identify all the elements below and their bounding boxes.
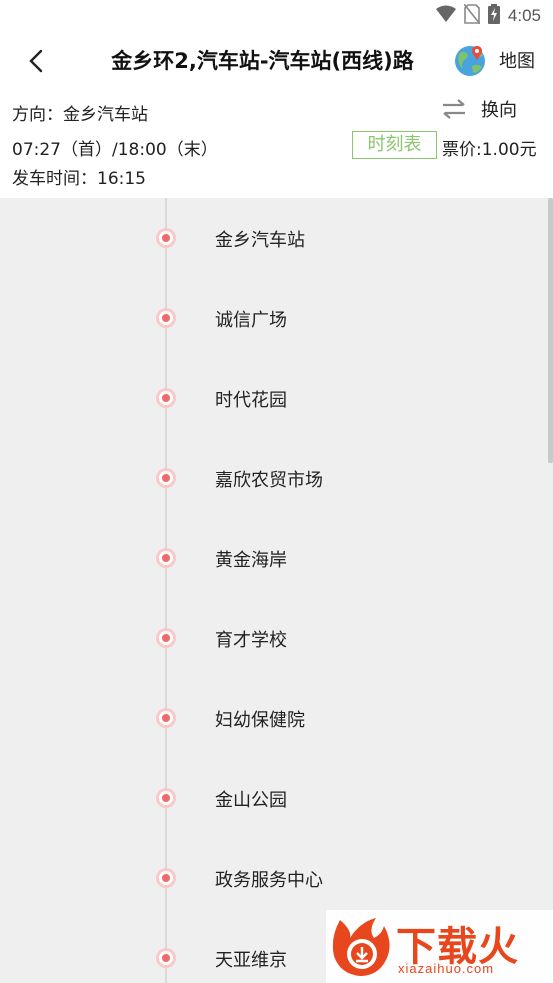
scrollbar[interactable] [548, 198, 553, 463]
stop-name: 黄金海岸 [215, 550, 287, 571]
status-bar: 4:05 [0, 0, 553, 32]
stop-list[interactable]: 金乡汽车站 诚信广场 时代花园 嘉欣农贸市场 黄金海岸 育才学校 妇幼保健院 金… [0, 198, 553, 983]
stop-name: 妇幼保健院 [215, 710, 305, 731]
operating-hours: 07:27（首）/18:00（末） [12, 140, 218, 160]
stop-dot-icon [156, 948, 176, 968]
watermark-url: xiazaihuo.com [398, 961, 495, 976]
departure-time: 发车时间：16:15 [12, 169, 146, 189]
no-sim-icon [463, 3, 481, 28]
stop-dot-icon [156, 548, 176, 568]
list-item[interactable]: 黄金海岸 [0, 518, 548, 598]
list-item[interactable]: 时代花园 [0, 358, 548, 438]
stop-dot-icon [156, 788, 176, 808]
stop-dot-icon [156, 228, 176, 248]
map-button[interactable]: 地图 [453, 40, 535, 80]
stop-name: 嘉欣农贸市场 [215, 470, 323, 491]
stop-name: 政务服务中心 [215, 870, 323, 891]
flame-logo-icon [332, 918, 390, 976]
stop-dot-icon [156, 388, 176, 408]
list-item[interactable]: 嘉欣农贸市场 [0, 438, 548, 518]
route-info-panel: 方向：金乡汽车站 换向 07:27（首）/18:00（末） 时刻表 票价:1.0… [0, 88, 553, 198]
stop-name: 诚信广场 [215, 310, 287, 331]
stop-name: 育才学校 [215, 630, 287, 651]
watermark: 下载火 xiazaihuo.com [326, 910, 553, 983]
clock: 4:05 [507, 6, 541, 25]
list-item[interactable]: 金乡汽车站 [0, 198, 548, 278]
direction-text: 方向：金乡汽车站 [12, 105, 148, 125]
title-bar: 金乡环2,汽车站-汽车站(西线)路 地图 [0, 32, 553, 88]
status-icons: 4:05 [435, 3, 541, 28]
swap-arrows-icon [443, 99, 465, 119]
list-item[interactable]: 妇幼保健院 [0, 678, 548, 758]
swap-label: 换向 [481, 100, 517, 121]
stop-dot-icon [156, 308, 176, 328]
stop-name: 金山公园 [215, 790, 287, 811]
list-item[interactable]: 金山公园 [0, 758, 548, 838]
list-item[interactable]: 诚信广场 [0, 278, 548, 358]
stop-name: 天亚维京 [215, 950, 287, 971]
stop-dot-icon [156, 468, 176, 488]
globe-map-icon [455, 46, 485, 76]
stop-dot-icon [156, 628, 176, 648]
map-label: 地图 [499, 51, 535, 72]
stop-dot-icon [156, 868, 176, 888]
wifi-icon [435, 5, 456, 27]
stop-dot-icon [156, 708, 176, 728]
timetable-button[interactable]: 时刻表 [352, 131, 437, 159]
battery-charging-icon [487, 4, 500, 28]
fare-text: 票价:1.00元 [442, 140, 537, 160]
swap-direction-button[interactable]: 换向 [441, 96, 517, 122]
list-item[interactable]: 育才学校 [0, 598, 548, 678]
list-item[interactable]: 政务服务中心 [0, 838, 548, 918]
stop-name: 时代花园 [215, 390, 287, 411]
stop-name: 金乡汽车站 [215, 230, 305, 251]
